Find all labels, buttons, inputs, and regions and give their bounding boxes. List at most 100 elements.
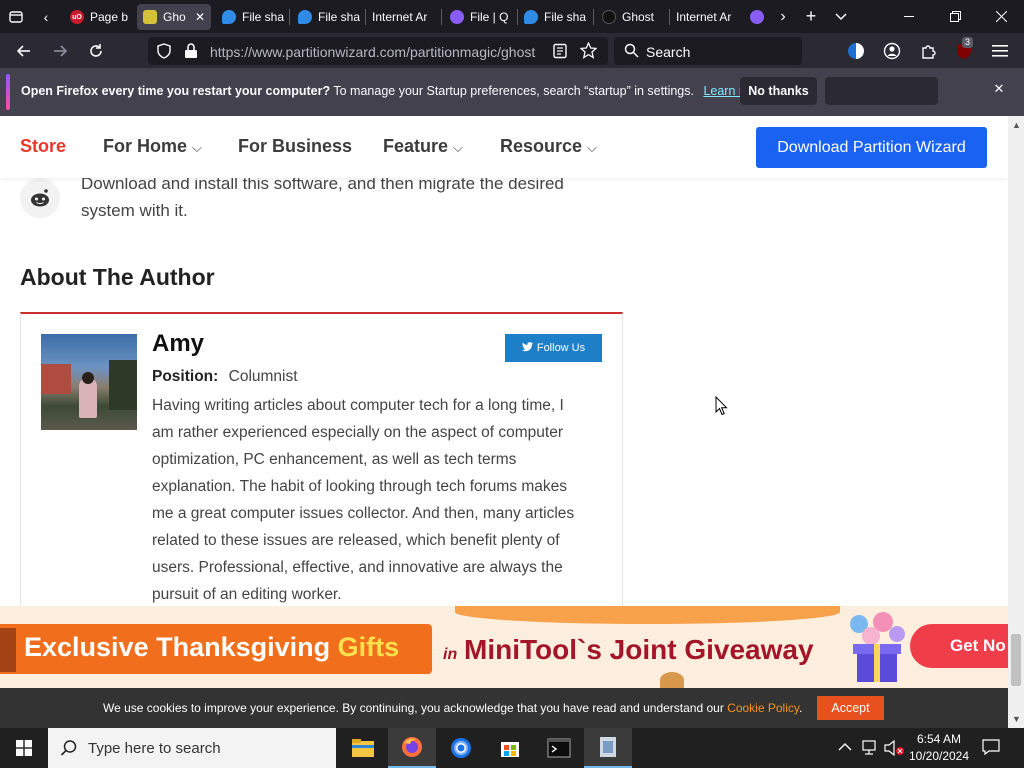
close-window-icon[interactable] <box>978 0 1024 33</box>
reddit-share-icon[interactable] <box>20 178 60 218</box>
bookmark-star-icon[interactable] <box>579 41 598 62</box>
get-now-button[interactable]: Get No <box>910 624 1008 668</box>
app-installer-icon[interactable] <box>584 728 632 768</box>
extensions-puzzle-icon[interactable] <box>914 37 942 65</box>
nav-feature[interactable]: Feature ⌵ <box>383 136 463 157</box>
accept-cookies-button[interactable]: Accept <box>817 696 884 720</box>
reload-icon[interactable] <box>82 37 110 65</box>
file-explorer-icon[interactable] <box>339 728 387 768</box>
no-thanks-button[interactable]: No thanks <box>740 77 817 105</box>
tab-label: File sha <box>242 10 285 24</box>
terminal-icon[interactable] <box>535 728 583 768</box>
ghost-dark-favicon-icon <box>602 10 616 24</box>
banner-gifts-text: Gifts <box>337 632 400 662</box>
search-bar[interactable]: Search <box>614 37 802 65</box>
notification-close-icon[interactable]: ✕ <box>990 81 1008 99</box>
tab-internet-archive-2[interactable]: Internet Ar <box>672 4 744 30</box>
tab-file-share-1[interactable]: File sha <box>214 4 288 30</box>
bio-line: me a great computer issues collector. An… <box>152 505 575 522</box>
nav-for-home[interactable]: For Home ⌵ <box>103 136 202 157</box>
app-menu-icon[interactable] <box>986 37 1014 65</box>
scroll-tabs-right-icon[interactable]: › <box>770 0 796 33</box>
intro-paragraph: Download and install this software, and … <box>81 170 564 224</box>
chevron-down-icon: ⌵ <box>453 140 463 155</box>
forward-icon[interactable] <box>46 37 74 65</box>
tab-label: File | Q <box>470 10 509 24</box>
taskbar-clock[interactable]: 6:54 AM 10/20/2024 <box>906 731 972 765</box>
tab-file-share-2[interactable]: File sha <box>292 4 366 30</box>
restore-icon[interactable] <box>932 0 978 33</box>
new-tab-icon[interactable]: + <box>797 0 825 33</box>
account-icon[interactable] <box>878 37 906 65</box>
twitter-icon <box>521 341 533 355</box>
contrast-extension-icon[interactable] <box>842 37 870 65</box>
chevron-down-icon: ⌵ <box>192 140 202 155</box>
taskbar-search-placeholder: Type here to search <box>88 740 221 757</box>
notification-text: To manage your Startup preferences, sear… <box>330 84 694 98</box>
nav-for-business[interactable]: For Business <box>238 136 352 157</box>
tab-label: Internet Ar <box>676 10 732 24</box>
follow-us-button[interactable]: Follow Us <box>505 334 602 362</box>
nav-store[interactable]: Store <box>20 136 66 157</box>
ublock-extension-icon[interactable]: 3 <box>950 37 978 65</box>
intro-line: system with it. <box>81 201 188 220</box>
show-hidden-icons-icon[interactable] <box>838 740 852 755</box>
volume-muted-icon[interactable] <box>884 739 906 762</box>
cloud-favicon-icon <box>298 10 312 24</box>
microsoft-store-icon[interactable] <box>486 728 534 768</box>
tab-file-share-3[interactable]: File sha <box>520 4 592 30</box>
tab-page-b[interactable]: uO Page b <box>64 4 134 30</box>
author-bio: Having writing articles about computer t… <box>152 392 602 608</box>
reader-view-icon[interactable] <box>552 43 568 62</box>
list-all-tabs-icon[interactable] <box>826 0 856 33</box>
chevron-down-icon: ⌵ <box>587 140 597 155</box>
tab-internet-archive-1[interactable]: Internet Ar <box>368 4 440 30</box>
tab-label: Ghost <box>622 10 655 24</box>
browser-nav-bar: https://www.partitionwizard.com/partitio… <box>0 33 1024 68</box>
firefox-taskbar-icon[interactable] <box>388 728 436 768</box>
tab-ghost-active[interactable]: Gho ✕ <box>137 4 211 30</box>
taskbar-search-box[interactable]: Type here to search <box>48 728 336 768</box>
position-value: Columnist <box>228 368 298 385</box>
cookie-period: . <box>798 701 803 715</box>
page-scrollbar[interactable]: ▲ ▼ <box>1008 116 1024 728</box>
back-icon[interactable] <box>10 37 38 65</box>
scroll-tabs-left-icon[interactable]: ‹ <box>32 0 60 33</box>
tab-file-q[interactable]: File | Q <box>444 4 516 30</box>
nav-resource[interactable]: Resource ⌵ <box>500 136 597 157</box>
scroll-up-arrow-icon[interactable]: ▲ <box>1012 120 1021 130</box>
tab-ghost[interactable]: Ghost <box>596 4 668 30</box>
scrollbar-thumb[interactable] <box>1011 634 1021 686</box>
cookie-policy-link[interactable]: Cookie Policy <box>727 701 799 715</box>
tab-label: File sha <box>544 10 587 24</box>
author-avatar <box>41 334 137 430</box>
tracking-shield-icon[interactable] <box>156 43 172 62</box>
url-bar[interactable]: https://www.partitionwizard.com/partitio… <box>148 37 608 65</box>
start-button-windows-icon[interactable] <box>0 728 48 768</box>
download-partition-wizard-button[interactable]: Download Partition Wizard <box>756 127 987 168</box>
tab-overflow[interactable] <box>750 4 770 30</box>
position-label: Position: <box>152 368 219 385</box>
author-position: Position: Columnist <box>152 368 298 386</box>
bio-line: Having writing articles about computer t… <box>152 397 564 414</box>
minimize-icon[interactable] <box>886 0 932 33</box>
tab-label: File sha <box>318 10 361 24</box>
thanksgiving-banner[interactable]: Exclusive Thanksgiving Gifts in MiniTool… <box>0 606 1008 688</box>
cookie-message: We use cookies to improve your experienc… <box>103 701 802 715</box>
network-icon[interactable] <box>862 739 880 762</box>
scroll-down-arrow-icon[interactable]: ▼ <box>1012 714 1021 724</box>
bio-line: optimization, PC enhancement, as well as… <box>152 451 517 468</box>
bio-line: pursuit of an editing worker. <box>152 586 342 603</box>
notification-secondary-button[interactable] <box>825 77 938 105</box>
bio-line: am rather experienced especially on the … <box>152 424 563 441</box>
extension-badge: 3 <box>962 37 974 48</box>
chrome-taskbar-icon[interactable] <box>437 728 485 768</box>
search-icon <box>60 739 78 762</box>
close-tab-icon[interactable]: ✕ <box>195 10 205 24</box>
firefox-view-icon[interactable] <box>0 0 32 33</box>
ghost-favicon-icon <box>143 10 157 24</box>
notification-center-icon[interactable] <box>982 738 1000 761</box>
banner-headline: Exclusive Thanksgiving Gifts <box>24 632 399 663</box>
lock-icon[interactable] <box>184 43 198 62</box>
nav-label: For Home <box>103 136 188 156</box>
